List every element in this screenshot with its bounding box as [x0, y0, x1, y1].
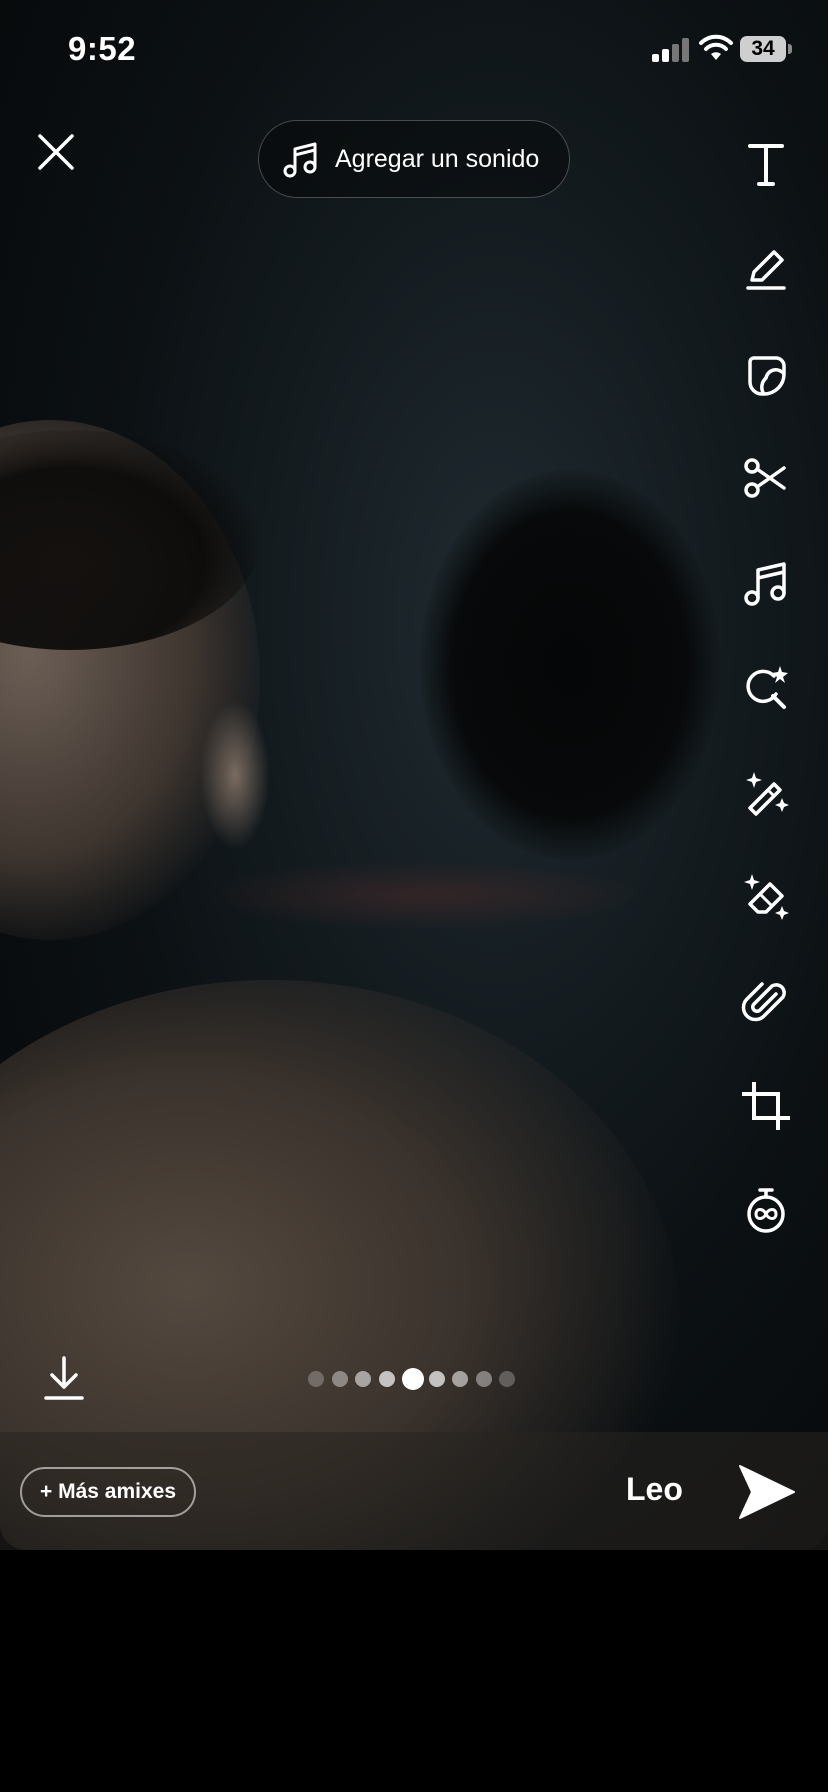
eraser-icon [744, 874, 789, 920]
crop-icon [742, 1082, 790, 1130]
snap-photo-preview[interactable] [0, 0, 828, 1550]
add-sound-label: Agregar un sonido [335, 145, 540, 173]
text-icon [748, 144, 784, 186]
page-dot [308, 1371, 324, 1387]
crop-tool-button[interactable] [740, 1080, 792, 1132]
cellular-signal-icon [652, 38, 689, 62]
draw-tool-button[interactable] [740, 242, 792, 294]
timer-tool-button[interactable] [740, 1184, 792, 1236]
page-dot [499, 1371, 515, 1387]
recipient-name[interactable]: Leo [626, 1471, 683, 1508]
page-dot [378, 1371, 395, 1387]
scissors-icon [744, 458, 786, 498]
mas-amixes-button[interactable]: + Más amixes [20, 1467, 196, 1517]
eraser-tool-button[interactable] [740, 870, 792, 922]
add-sound-button[interactable]: Agregar un sonido [258, 120, 570, 198]
music-note-icon [283, 142, 317, 178]
sticker-icon [748, 356, 786, 396]
wifi-icon [699, 34, 733, 60]
page-dot [331, 1371, 348, 1387]
pencil-icon [746, 250, 786, 290]
page-dot [475, 1371, 492, 1387]
paperclip-icon [741, 982, 786, 1022]
page-dot-active [402, 1368, 424, 1390]
magic-tool-button[interactable] [740, 766, 792, 818]
lens-search-tool-button[interactable] [740, 662, 792, 714]
send-icon[interactable] [736, 1462, 796, 1522]
scissors-tool-button[interactable] [740, 452, 792, 504]
magic-wand-icon [746, 772, 789, 816]
attachment-tool-button[interactable] [740, 976, 792, 1028]
page-dot [452, 1371, 468, 1387]
music-tool-button[interactable] [740, 558, 792, 610]
music-icon [744, 562, 786, 606]
sticker-tool-button[interactable] [740, 348, 792, 400]
download-icon[interactable] [40, 1354, 88, 1402]
status-bar: 9:52 34 [0, 0, 828, 100]
battery-indicator: 34 [740, 36, 792, 62]
status-time: 9:52 [68, 30, 137, 67]
page-indicator[interactable] [308, 1366, 522, 1392]
text-tool-button[interactable] [740, 138, 792, 190]
timer-icon [747, 1188, 785, 1233]
battery-level: 34 [751, 37, 775, 60]
lens-search-icon [746, 666, 788, 709]
page-dot [355, 1371, 371, 1387]
close-icon[interactable] [34, 130, 78, 174]
page-dot [428, 1371, 445, 1387]
